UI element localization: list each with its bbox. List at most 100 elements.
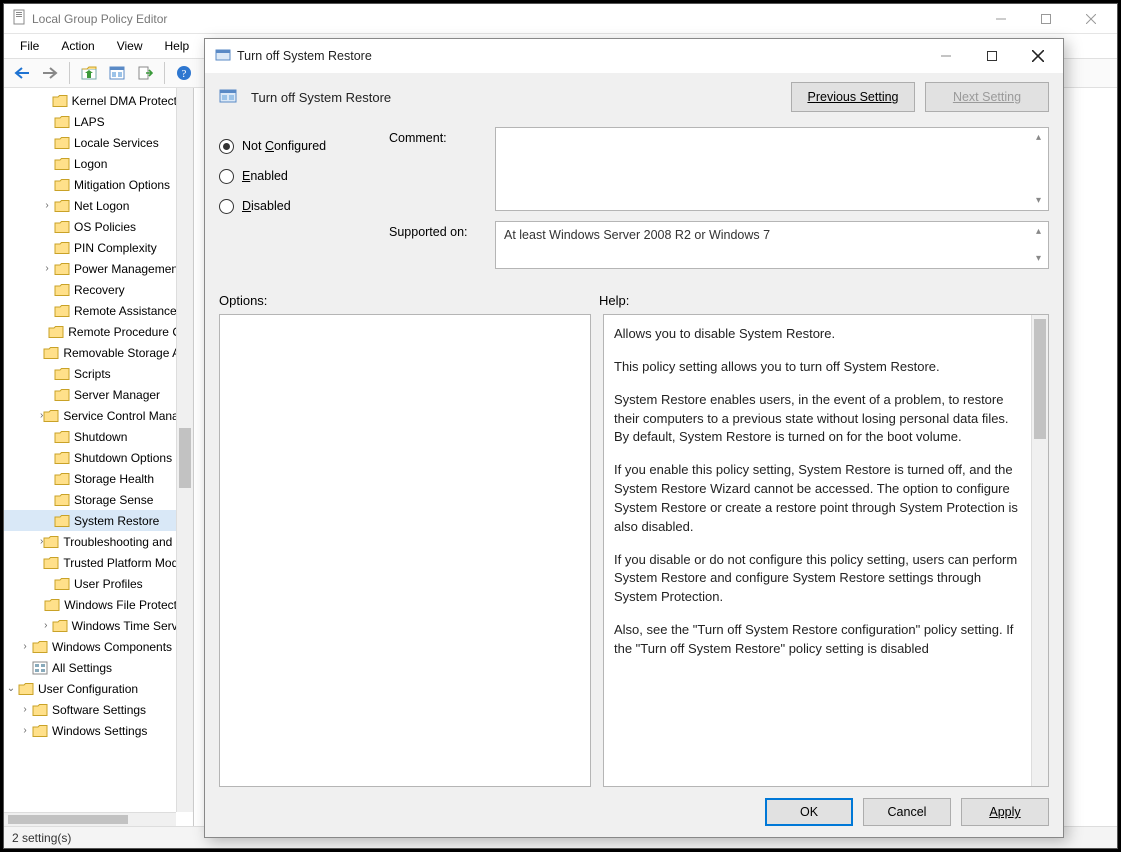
toolbar-forward-button[interactable] <box>38 61 62 85</box>
tree-item[interactable]: ›Windows Settings <box>4 720 193 741</box>
tree-item[interactable]: ›All Settings <box>4 657 193 678</box>
tree-item[interactable]: ›Kernel DMA Protection <box>4 90 193 111</box>
toolbar-back-button[interactable] <box>10 61 34 85</box>
chevron-right-icon: › <box>40 389 54 400</box>
tree-item[interactable]: ›Shutdown Options <box>4 447 193 468</box>
tree-item[interactable]: ›Windows File Protection <box>4 594 193 615</box>
chevron-right-icon[interactable]: › <box>40 200 54 211</box>
tree-item-label: Locale Services <box>74 136 159 150</box>
tree-item[interactable]: › Locale Services <box>4 132 193 153</box>
folder-icon <box>54 430 70 444</box>
chevron-right-icon: › <box>40 326 48 337</box>
tree-item[interactable]: ›Trusted Platform Module <box>4 552 193 573</box>
help-paragraph: If you enable this policy setting, Syste… <box>614 461 1026 536</box>
tree-item-label: Net Logon <box>74 199 129 213</box>
tree-pane[interactable]: ›Kernel DMA Protection›LAPS›Locale Servi… <box>4 88 194 826</box>
radio-enabled[interactable]: Enabled <box>219 161 369 191</box>
tree-item[interactable]: ›OS Policies <box>4 216 193 237</box>
folder-icon <box>44 598 60 612</box>
tree-vertical-scrollbar[interactable] <box>176 88 193 812</box>
tree-item-label: PIN Complexity <box>74 241 157 255</box>
radio-dot-icon <box>219 199 234 214</box>
all-settings-icon <box>32 661 48 675</box>
folder-icon <box>32 724 48 738</box>
tree-item[interactable]: ›Recovery <box>4 279 193 300</box>
folder-icon <box>52 94 68 108</box>
tree-item[interactable]: ›Troubleshooting and Diagnostics <box>4 531 193 552</box>
scroll-down-icon[interactable]: ▾ <box>1031 193 1046 208</box>
tree-item[interactable]: ›Server Manager <box>4 384 193 405</box>
next-setting-button[interactable]: Next Setting <box>925 82 1049 112</box>
tree-item[interactable]: ›System Restore <box>4 510 193 531</box>
dialog-close-button[interactable] <box>1015 41 1061 71</box>
main-close-button[interactable] <box>1068 5 1113 33</box>
tree-item[interactable]: › Net Logon <box>4 195 193 216</box>
scroll-down-icon[interactable]: ▾ <box>1031 251 1046 266</box>
ok-button[interactable]: OK <box>765 798 853 826</box>
dialog-titlebar: Turn off System Restore <box>205 39 1063 73</box>
radio-dot-icon <box>219 139 234 154</box>
folder-icon <box>43 409 59 423</box>
folder-icon <box>54 178 70 192</box>
radio-disabled[interactable]: Disabled <box>219 191 369 221</box>
tree-item[interactable]: ›Storage Sense <box>4 489 193 510</box>
tree-item[interactable]: ›Remote Procedure Call <box>4 321 193 342</box>
folder-icon <box>54 157 70 171</box>
chevron-right-icon[interactable]: › <box>18 704 32 715</box>
tree-item[interactable]: ›Remote Assistance <box>4 300 193 321</box>
menu-action[interactable]: Action <box>51 36 104 56</box>
folder-icon <box>54 241 70 255</box>
tree-item[interactable]: ›Storage Health <box>4 468 193 489</box>
tree-item[interactable]: ›Windows Components <box>4 636 193 657</box>
scroll-up-icon[interactable]: ▴ <box>1031 224 1046 239</box>
tree-item[interactable]: ›Shutdown <box>4 426 193 447</box>
chevron-right-icon: › <box>40 137 54 148</box>
folder-icon <box>54 136 70 150</box>
tree-item[interactable]: ›LAPS <box>4 111 193 132</box>
folder-icon <box>54 367 70 381</box>
dialog-maximize-button[interactable] <box>969 41 1015 71</box>
tree-item[interactable]: ›Scripts <box>4 363 193 384</box>
tree-item[interactable]: ›User Profiles <box>4 573 193 594</box>
menu-help[interactable]: Help <box>155 36 200 56</box>
scroll-up-icon[interactable]: ▴ <box>1031 130 1046 145</box>
toolbar-show-hide-button[interactable] <box>105 61 129 85</box>
comment-textbox[interactable]: ▴ ▾ <box>495 127 1049 211</box>
tree-item-label: Mitigation Options <box>74 178 170 192</box>
apply-button[interactable]: Apply <box>961 798 1049 826</box>
tree-horizontal-scrollbar[interactable] <box>4 812 176 826</box>
main-titlebar: Local Group Policy Editor <box>4 4 1117 34</box>
tree-item[interactable]: ›Windows Time Service <box>4 615 193 636</box>
tree-item-label: Kernel DMA Protection <box>72 94 193 108</box>
menu-view[interactable]: View <box>107 36 153 56</box>
cancel-button[interactable]: Cancel <box>863 798 951 826</box>
folder-icon <box>54 451 70 465</box>
tree-item-label: User Profiles <box>74 577 143 591</box>
chevron-right-icon[interactable]: › <box>40 263 54 274</box>
toolbar-up-button[interactable] <box>77 61 101 85</box>
tree-item[interactable]: ›Power Management <box>4 258 193 279</box>
chevron-down-icon[interactable]: ⌄ <box>4 683 18 694</box>
help-paragraph: If you disable or do not configure this … <box>614 551 1026 608</box>
tree-item[interactable]: ›PIN Complexity <box>4 237 193 258</box>
toolbar-export-button[interactable] <box>133 61 157 85</box>
previous-setting-button[interactable]: Previous Setting <box>791 82 915 112</box>
dialog-minimize-button[interactable] <box>923 41 969 71</box>
chevron-right-icon[interactable]: › <box>40 620 52 631</box>
help-panel: Allows you to disable System Restore.Thi… <box>603 314 1049 787</box>
help-vertical-scrollbar[interactable] <box>1031 315 1048 786</box>
main-maximize-button[interactable] <box>1023 5 1068 33</box>
tree-item[interactable]: ⌄User Configuration <box>4 678 193 699</box>
chevron-right-icon: › <box>40 368 54 379</box>
tree-item[interactable]: ›Logon <box>4 153 193 174</box>
tree-item[interactable]: ›Service Control Manager <box>4 405 193 426</box>
radio-not-configured[interactable]: Not Configured <box>219 131 369 161</box>
chevron-right-icon[interactable]: › <box>18 641 32 652</box>
main-minimize-button[interactable] <box>978 5 1023 33</box>
toolbar-help-button[interactable]: ? <box>172 61 196 85</box>
chevron-right-icon[interactable]: › <box>18 725 32 736</box>
tree-item[interactable]: ›Software Settings <box>4 699 193 720</box>
menu-file[interactable]: File <box>10 36 49 56</box>
tree-item[interactable]: ›Mitigation Options <box>4 174 193 195</box>
tree-item[interactable]: ›Removable Storage Access <box>4 342 193 363</box>
